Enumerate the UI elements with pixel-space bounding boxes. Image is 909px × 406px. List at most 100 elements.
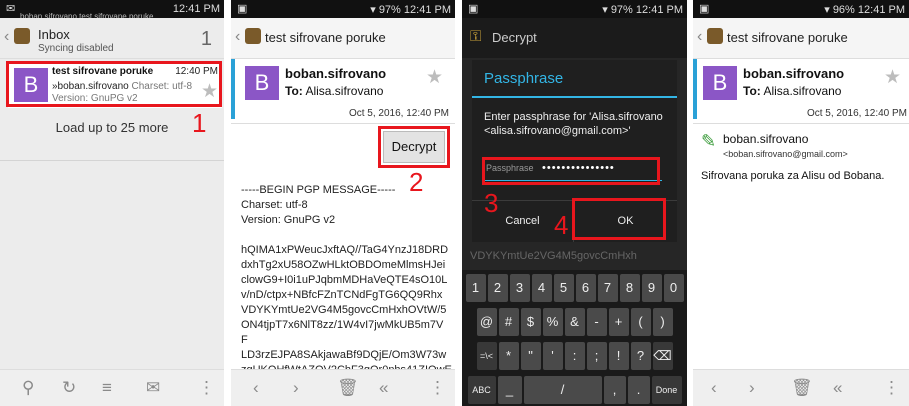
star-icon[interactable]: ★ <box>426 66 443 89</box>
compose-icon[interactable]: ✉ <box>146 378 160 398</box>
key-6[interactable]: 6 <box>575 274 596 302</box>
wifi-icon: ▾ <box>824 4 830 16</box>
key-symbol[interactable]: " <box>520 342 541 370</box>
app-notification-icon: ▣ <box>468 3 479 15</box>
key-2[interactable]: 2 <box>487 274 508 302</box>
bottom-toolbar: ‹ › 🗑 « ⋮ <box>693 369 909 406</box>
accent-bar <box>231 59 235 119</box>
key-symbol[interactable]: ? <box>630 342 651 370</box>
highlight-box <box>378 126 450 168</box>
star-icon[interactable]: ★ <box>884 66 901 89</box>
reply-all-icon[interactable]: « <box>833 378 842 398</box>
key-5[interactable]: 5 <box>553 274 574 302</box>
delete-icon[interactable]: 🗑 <box>791 378 813 398</box>
recipient: Alisa.sifrovano <box>763 84 842 98</box>
key-symbol[interactable]: @ <box>476 308 497 336</box>
overflow-menu-icon[interactable]: ⋮ <box>429 378 446 398</box>
overflow-menu-icon[interactable]: ⋮ <box>883 378 900 398</box>
key-8[interactable]: 8 <box>619 274 640 302</box>
previous-icon[interactable]: ‹ <box>253 378 259 398</box>
status-time: 12:41 PM <box>857 4 905 16</box>
key-symbol[interactable]: & <box>564 308 585 336</box>
key-7[interactable]: 7 <box>597 274 618 302</box>
app-notification-icon: ▣ <box>237 3 248 15</box>
key-1[interactable]: 1 <box>465 274 486 302</box>
reply-all-icon[interactable]: « <box>379 378 388 398</box>
page-title: test sifrovane poruke <box>265 30 386 45</box>
key-symbol[interactable]: ' <box>542 342 563 370</box>
message-body: Sifrovana poruka za Alisu od Bobana. <box>701 170 885 182</box>
key-symbol[interactable]: # <box>498 308 519 336</box>
app-icon <box>707 28 723 44</box>
pgp-line <box>241 228 451 243</box>
key-symbol[interactable]: / <box>523 376 602 404</box>
status-time: 12:41 PM <box>635 4 683 16</box>
pgp-line: clowG9+I0i1uPJqbmMDHaVeQTE4sO10L <box>241 274 448 286</box>
avatar: B <box>245 66 279 100</box>
key-symbol[interactable]: : <box>564 342 585 370</box>
accent-bar <box>693 59 697 119</box>
key-symbol[interactable]: * <box>498 342 519 370</box>
key-backspace[interactable]: ⌫ <box>652 342 673 370</box>
to-label: To: <box>743 84 761 98</box>
key-symbol[interactable]: $ <box>520 308 541 336</box>
back-icon[interactable]: ‹ <box>4 28 9 46</box>
key-symbol[interactable]: + <box>608 308 629 336</box>
key-symbol[interactable]: , <box>603 376 626 404</box>
recipient-line: To: Alisa.sifrovano <box>743 84 841 98</box>
key-abc[interactable]: ABC <box>467 376 496 404</box>
sender-name: boban.sifrovano <box>743 66 845 81</box>
divider <box>0 160 224 161</box>
dialog-title: Passphrase <box>484 70 564 87</box>
inbox-title: Inbox <box>38 27 70 42</box>
signer-email: <boban.sifrovano@gmail.com> <box>723 149 848 159</box>
key-symbol[interactable]: ( <box>630 308 651 336</box>
pgp-line: ON4tjpT7x6NlT8zz/1W4vI7jwMkUB5m7V <box>241 319 444 331</box>
action-bar: ‹ test sifrovane poruke <box>231 18 455 59</box>
key-symbol[interactable]: _ <box>497 376 522 404</box>
key-done[interactable]: Done <box>651 376 682 404</box>
refresh-icon[interactable]: ↻ <box>62 378 76 398</box>
key-4[interactable]: 4 <box>531 274 552 302</box>
key-symbol[interactable]: . <box>627 376 650 404</box>
next-icon[interactable]: › <box>749 378 755 398</box>
back-icon[interactable]: ‹ <box>235 28 240 46</box>
key-symbol[interactable]: ! <box>608 342 629 370</box>
wifi-icon: ▾ <box>370 4 376 16</box>
key-symbol[interactable]: =\< <box>476 342 497 370</box>
key-0[interactable]: 0 <box>663 274 684 302</box>
step-number-3: 3 <box>484 188 499 218</box>
decrypted-message-screen: ▣ ▾ 96% 12:41 PM ‹ test sifrovane poruke… <box>693 0 909 406</box>
passphrase-prompt: Enter passphrase for 'Alisa.sifrovano <a… <box>484 111 663 137</box>
key-3[interactable]: 3 <box>509 274 530 302</box>
highlight-box-ok <box>572 198 666 240</box>
signer-name: boban.sifrovano <box>723 132 809 146</box>
highlight-box-passphrase <box>482 157 660 185</box>
battery-percent: 96% <box>832 4 855 16</box>
status-bar: ▣ ▾ 97% 12:41 PM <box>462 0 687 18</box>
back-icon[interactable]: ‹ <box>697 28 702 46</box>
next-icon[interactable]: › <box>293 378 299 398</box>
app-icon <box>14 28 30 44</box>
status-time: 12:41 PM <box>172 3 220 15</box>
delete-icon[interactable]: 🗑 <box>337 378 359 398</box>
wifi-icon: ▾ <box>602 4 608 16</box>
previous-icon[interactable]: ‹ <box>711 378 717 398</box>
key-9[interactable]: 9 <box>641 274 662 302</box>
key-symbol[interactable]: ; <box>586 342 607 370</box>
load-more-button[interactable]: Load up to 25 more <box>0 120 224 135</box>
status-bar: ▣ ▾ 97% 12:41 PM <box>231 0 455 18</box>
overflow-menu-icon[interactable]: ⋮ <box>198 378 215 398</box>
passphrase-screen: ▣ ▾ 97% 12:41 PM ⚿ Decrypt VDYKYmtUe2VG4… <box>462 0 687 406</box>
recipient: Alisa.sifrovano <box>305 84 384 98</box>
search-icon[interactable]: ⚲ <box>22 378 34 398</box>
key-symbol[interactable]: ) <box>652 308 673 336</box>
filter-icon[interactable]: ≡ <box>102 378 112 398</box>
key-symbol[interactable]: % <box>542 308 563 336</box>
app-icon <box>245 28 261 44</box>
action-bar: ‹ test sifrovane poruke <box>693 18 909 59</box>
status-bar: ▣ ▾ 96% 12:41 PM <box>693 0 909 18</box>
pgp-line: dxhTg2xU58OZwHLktOBDOmeMlmsHJei <box>241 259 446 271</box>
battery-percent: 97% <box>610 4 633 16</box>
key-symbol[interactable]: - <box>586 308 607 336</box>
